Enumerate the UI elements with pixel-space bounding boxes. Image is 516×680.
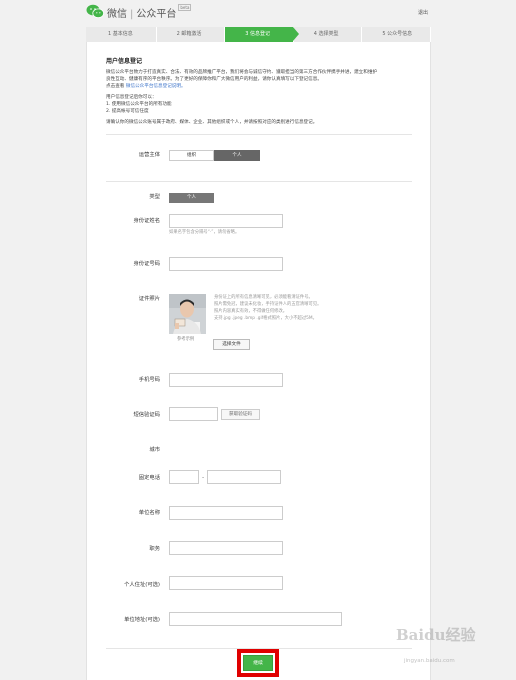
intro-line: 微信公众平台致力于打造真实、合法、有效的品牌推广平台，我们将会与诚信守约、遵取担…	[106, 70, 378, 75]
platform-name: 公众平台	[136, 9, 177, 20]
entity-option-individual[interactable]: 个人	[214, 150, 260, 161]
landline-label: 固定电话	[138, 475, 160, 481]
intro-view-line: 点击查看 微信公众平台信息登记说明。	[106, 83, 416, 90]
section-divider	[106, 134, 412, 135]
step-choose-type: 4 选择类型	[293, 27, 363, 42]
landline-separator: -	[202, 474, 205, 481]
step-basic-info: 1 基本信息	[86, 27, 157, 42]
work-address-label: 单位地址(可选)	[124, 617, 160, 623]
home-address-input[interactable]	[169, 576, 283, 590]
id-name-hint: 如果名字包含分隔号“·”，请勿省略。	[169, 230, 240, 235]
photo-caption: 参考示例	[177, 337, 195, 342]
step-account-info: 5 公众号信息	[362, 27, 431, 42]
brand-title: 微信 | 公众平台beta	[107, 4, 192, 20]
top-header: 微信 | 公众平台beta 退出	[0, 0, 516, 26]
id-photo-example	[169, 294, 206, 334]
choose-file-button[interactable]: 选择文件	[213, 339, 250, 350]
phone-input[interactable]	[169, 373, 283, 387]
intro-section: 用户信息登记 微信公众平台致力于打造真实、合法、有效的品牌推广平台，我们将会与诚…	[106, 58, 416, 126]
photo-hint-list: 身份证上的所有信息清晰可见，必须能看清证件号。 照片需免冠，建议未化妆，手持证件…	[214, 294, 364, 322]
step-email-activation: 2 邮箱激活	[156, 27, 226, 42]
benefits-title: 用户信息登记后你可以：	[106, 95, 157, 100]
watermark-url: jingyan.baidu.com	[404, 658, 455, 664]
photo-hint: 照片内容真实有效，不得做任何修改。	[214, 309, 288, 314]
city-label: 城市	[149, 447, 160, 453]
intro-line: 良性互动、健康有序的平台秩序。为了更好的保障你和广大微信用户的利益，请你认真填写…	[106, 77, 322, 82]
get-code-button[interactable]: 获取验证码	[221, 409, 260, 420]
work-address-input[interactable]	[169, 612, 342, 626]
intro-note: 请确认你的微信公众账号属于政府、媒体、企业、其他组织或个人，并请按照对应的类别进…	[106, 120, 318, 125]
photo-hint: 身份证上的所有信息清晰可见，必须能看清证件号。	[214, 295, 313, 300]
person-holding-id-icon	[169, 294, 206, 334]
position-input[interactable]	[169, 541, 283, 555]
id-name-label: 身份证姓名	[133, 218, 161, 224]
type-individual-badge: 个人	[169, 193, 214, 203]
company-input[interactable]	[169, 506, 283, 520]
benefit-item: 2. 提高帐号可信任度	[106, 109, 149, 114]
step-info-registration: 3 信息登记	[225, 27, 299, 42]
photo-hint: 照片需免冠，建议未化妆，手持证件人的五官清晰可见。	[214, 302, 322, 307]
benefit-item: 1. 使用微信公众平台的所有功能	[106, 102, 172, 107]
id-name-input[interactable]	[169, 214, 283, 228]
beta-badge: beta	[178, 4, 192, 11]
phone-label: 手机号码	[138, 377, 160, 383]
brand-separator: |	[130, 9, 134, 20]
photo-label: 证件照片	[138, 296, 160, 302]
sms-code-label: 短信验证码	[133, 412, 161, 418]
logout-link[interactable]: 退出	[418, 9, 428, 16]
id-number-label: 身份证号码	[133, 261, 161, 267]
landline-input[interactable]	[207, 470, 281, 484]
photo-hint: 支持.jpg .jpeg .bmp .gif格式照片，大小不超过5M。	[214, 316, 317, 321]
home-address-label: 个人住址(可选)	[124, 582, 160, 588]
id-number-input[interactable]	[169, 257, 283, 271]
intro-title: 用户信息登记	[106, 58, 143, 65]
area-code-input[interactable]	[169, 470, 199, 484]
registration-guide-link[interactable]: 微信公众平台信息登记说明。	[126, 84, 186, 89]
entity-option-organization[interactable]: 组织	[169, 150, 214, 161]
view-prefix: 点击查看	[106, 84, 125, 89]
type-label: 类型	[149, 194, 160, 200]
continue-button[interactable]: 继续	[243, 655, 273, 671]
position-label: 职务	[149, 546, 160, 552]
entity-label: 运营主体	[138, 152, 160, 158]
app-name: 微信	[107, 9, 127, 20]
wechat-logo-icon	[86, 4, 104, 19]
baidu-watermark: Baidu经验	[396, 626, 476, 644]
section-divider	[106, 181, 412, 182]
sms-code-input[interactable]	[169, 407, 218, 421]
company-label: 单位名称	[138, 510, 160, 516]
registration-steps: 1 基本信息 2 邮箱激活 3 信息登记 4 选择类型 5 公众号信息	[86, 27, 431, 42]
